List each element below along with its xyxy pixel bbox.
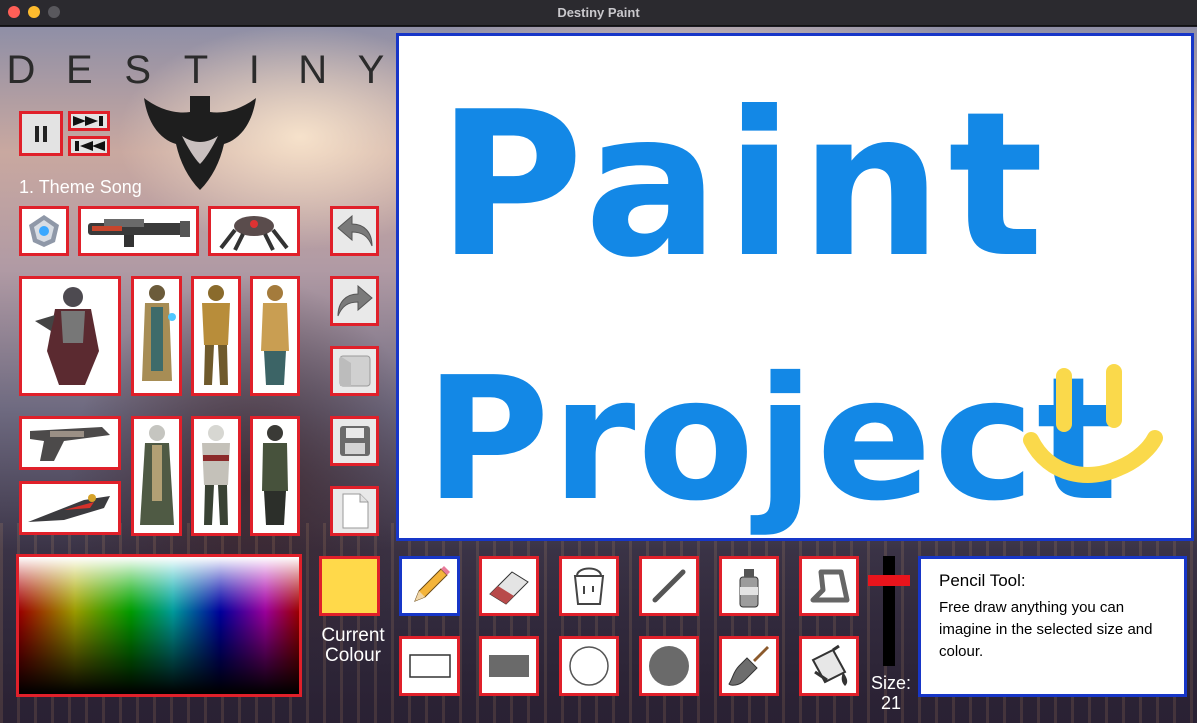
paint-bucket-icon [573,567,605,605]
tool-info-description: Free draw anything you can imagine in th… [939,599,1153,660]
canvas-text-line-1: Paint [437,69,1050,302]
warlock-robe-stamp-button[interactable] [131,416,182,536]
undo-icon [336,214,372,247]
hunter-green-icon [262,425,288,525]
size-caption: Size: [870,673,912,693]
logo-letter: I [248,48,260,92]
spray-can-tool-button[interactable] [719,556,779,616]
tool-info-title: Pencil Tool: [939,571,1026,590]
previous-track-button[interactable] [68,136,110,156]
current-song-label: 1. Theme Song [19,177,142,197]
ellipse-outline-tool-button[interactable] [559,636,619,696]
ghost-stamp-button[interactable] [19,206,69,256]
brush-tool-button[interactable] [719,636,779,696]
ellipse-outline-icon [569,646,609,686]
titan-green-stamp-button[interactable] [191,416,241,536]
next-track-button[interactable] [68,111,110,131]
logo-letter: S [124,48,151,92]
open-button[interactable] [330,346,379,396]
window-titlebar: Destiny Paint [0,0,1197,26]
titan-green-icon [202,425,230,525]
canvas-drawing: Paint Project [425,69,1163,539]
save-button[interactable] [330,416,379,466]
rectangle-filled-icon [489,655,529,677]
new-file-button[interactable] [330,486,379,536]
redo-button[interactable] [330,276,379,326]
warlock-armor-stamp-button[interactable] [131,276,182,396]
hunter-armor-stamp-button[interactable] [19,276,121,396]
window-title: Destiny Paint [557,5,640,20]
fill-paint-tool-button[interactable] [799,636,859,696]
skip-back-icon [75,141,105,151]
eraser-icon [489,571,529,605]
close-window-button[interactable] [8,6,20,18]
pause-icon [35,125,47,142]
colour-palette[interactable] [16,554,302,697]
fill-paint-icon [811,644,848,686]
line-tool-button[interactable] [639,556,699,616]
line-icon [652,569,686,603]
destiny-emblem-logo [144,96,256,190]
ellipse-filled-tool-button[interactable] [639,636,699,696]
logo-letter: N [298,48,328,92]
logo-letter: D [6,48,36,92]
sparrow-icon [28,494,110,522]
size-value: 21 [880,693,902,713]
hand-cannon-icon [30,427,110,461]
pencil-icon [413,566,450,602]
skip-forward-icon [73,116,103,126]
paint-bucket-tool-button[interactable] [559,556,619,616]
undo-button[interactable] [330,206,379,256]
rectangle-outline-tool-button[interactable] [399,636,460,696]
ellipse-filled-icon [649,646,689,686]
ghost-icon [29,215,59,247]
warlock-armor-icon [141,285,176,381]
spider-tank-stamp-button[interactable] [208,206,300,256]
pause-button[interactable] [19,111,63,156]
sparrow-stamp-button[interactable] [19,481,121,535]
logo-letter: Y [357,48,385,92]
warlock-gold-stamp-button[interactable] [250,276,300,396]
window-controls [8,6,60,18]
open-icon [339,355,370,387]
canvas-text-line-2: Project [425,341,1120,538]
rectangle-filled-tool-button[interactable] [479,636,539,696]
hunter-green-stamp-button[interactable] [250,416,300,536]
polygon-tool-button[interactable] [799,556,859,616]
logo-letter: E [65,48,93,92]
eraser-tool-button[interactable] [479,556,539,616]
warlock-gold-icon [261,285,289,385]
minimize-window-button[interactable] [28,6,40,18]
warlock-robe-icon [139,425,174,525]
new-file-icon [342,493,368,529]
size-slider-track[interactable] [883,556,895,666]
size-slider-handle[interactable] [868,575,910,586]
polygon-icon [810,569,850,603]
logo-letter: T [183,48,209,92]
brush-icon [728,646,769,686]
zoom-window-button[interactable] [48,6,60,18]
destiny-logo-text: DESTINY [6,48,386,93]
hand-cannon-stamp-button[interactable] [19,416,121,470]
save-icon [339,426,370,456]
drawing-canvas[interactable]: Paint Project [396,33,1194,541]
size-label: Size: 21 [866,673,916,713]
titan-armor-stamp-button[interactable] [191,276,241,396]
tool-info-panel: Pencil Tool: Free draw anything you can … [918,556,1187,697]
current-colour-swatch [319,556,380,616]
spray-can-icon [739,569,759,608]
hunter-armor-icon [35,287,99,385]
rectangle-outline-icon [408,654,451,678]
pencil-tool-button[interactable] [399,556,460,616]
rocket-launcher-stamp-button[interactable] [78,206,199,256]
redo-icon [337,284,373,317]
titan-armor-icon [202,285,230,385]
rocket-launcher-icon [87,219,190,247]
spider-tank-icon [219,216,289,251]
current-colour-label: Current Colour [321,625,385,666]
